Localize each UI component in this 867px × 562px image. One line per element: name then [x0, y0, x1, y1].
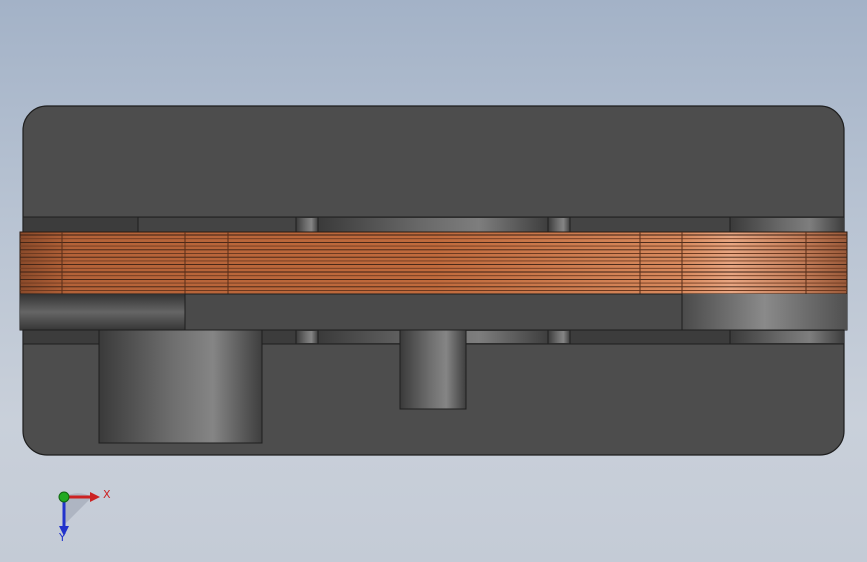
x-arrowhead-icon	[90, 492, 100, 502]
small-cylinder-pocket[interactable]	[399, 329, 467, 410]
coordinate-triad-icon[interactable]: X Y	[58, 488, 111, 544]
lower-strip	[19, 293, 848, 331]
cad-viewport[interactable]: X Y	[0, 0, 867, 562]
y-axis-label: Y	[58, 531, 66, 544]
upper-groove	[22, 216, 845, 234]
large-cylinder-pocket[interactable]	[98, 329, 263, 444]
origin-point-icon	[58, 491, 70, 503]
copper-coil[interactable]	[19, 231, 848, 295]
x-axis-label: X	[103, 488, 111, 501]
